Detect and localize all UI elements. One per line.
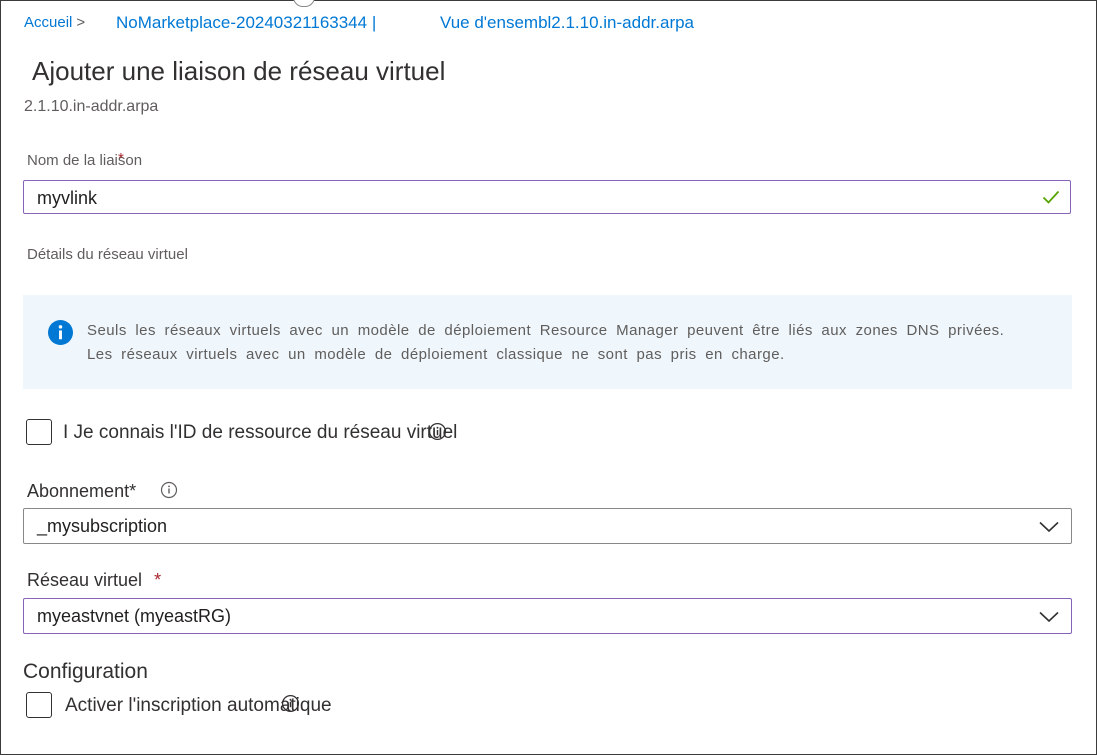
subscription-value[interactable]: _mysubscription (37, 516, 167, 537)
vnet-details-label: Détails du réseau virtuel (27, 246, 188, 263)
breadcrumb-overview[interactable]: Vue d'ensembl2.1.10.in-addr.arpa (440, 13, 694, 33)
required-marker: * (154, 570, 162, 590)
subscription-label: Abonnement* (27, 481, 137, 501)
info-circle-icon[interactable] (428, 422, 447, 441)
info-circle-icon[interactable] (160, 481, 178, 499)
know-resource-id-label[interactable]: I Je connais l'ID de ressource du réseau… (63, 422, 457, 444)
chevron-down-icon[interactable] (1039, 610, 1059, 628)
info-message-bar: Seuls les réseaux virtuels avec un modèl… (23, 295, 1072, 389)
vnet-label: Réseau virtuel * (27, 570, 161, 591)
page-subtitle: 2.1.10.in-addr.arpa (24, 98, 159, 115)
info-line-1: Seuls les réseaux virtuels avec un modèl… (87, 322, 1005, 339)
vnet-value[interactable]: myeastvnet (myeastRG) (37, 606, 231, 627)
breadcrumb-separator: > (76, 14, 86, 31)
link-name-label: Nom de la liaison * (27, 150, 143, 169)
auto-registration-checkbox[interactable] (26, 692, 52, 718)
configuration-heading: Configuration (23, 660, 148, 683)
link-name-label-text: Nom de la liaison (27, 152, 143, 169)
breadcrumb-home-label[interactable]: Accueil (24, 14, 72, 31)
know-resource-id-checkbox[interactable] (26, 419, 52, 445)
chevron-down-icon[interactable] (1039, 520, 1059, 538)
info-line-2: Les réseaux virtuels avec un modèle de d… (87, 346, 785, 363)
breadcrumb-home[interactable]: Accueil > (24, 14, 85, 31)
breadcrumb-resource[interactable]: NoMarketplace-20240321163344 | (116, 13, 376, 33)
breadcrumb-zone[interactable]: 2.1.10.in-addr.arpa (551, 13, 694, 32)
info-filled-icon (48, 320, 73, 350)
link-name-input[interactable]: myvlink (23, 180, 1071, 214)
checkmark-icon (1042, 189, 1060, 210)
info-circle-icon[interactable] (281, 694, 300, 713)
required-marker: * (118, 150, 124, 167)
subscription-dropdown[interactable]: _mysubscription (23, 508, 1072, 544)
link-name-value[interactable]: myvlink (37, 188, 97, 209)
breadcrumb-overview-label[interactable]: Vue d'ensembl (440, 13, 551, 32)
vnet-dropdown[interactable]: myeastvnet (myeastRG) (23, 598, 1072, 634)
page-title: Ajouter une liaison de réseau virtuel (32, 56, 446, 86)
vnet-label-text: Réseau virtuel (27, 570, 143, 590)
